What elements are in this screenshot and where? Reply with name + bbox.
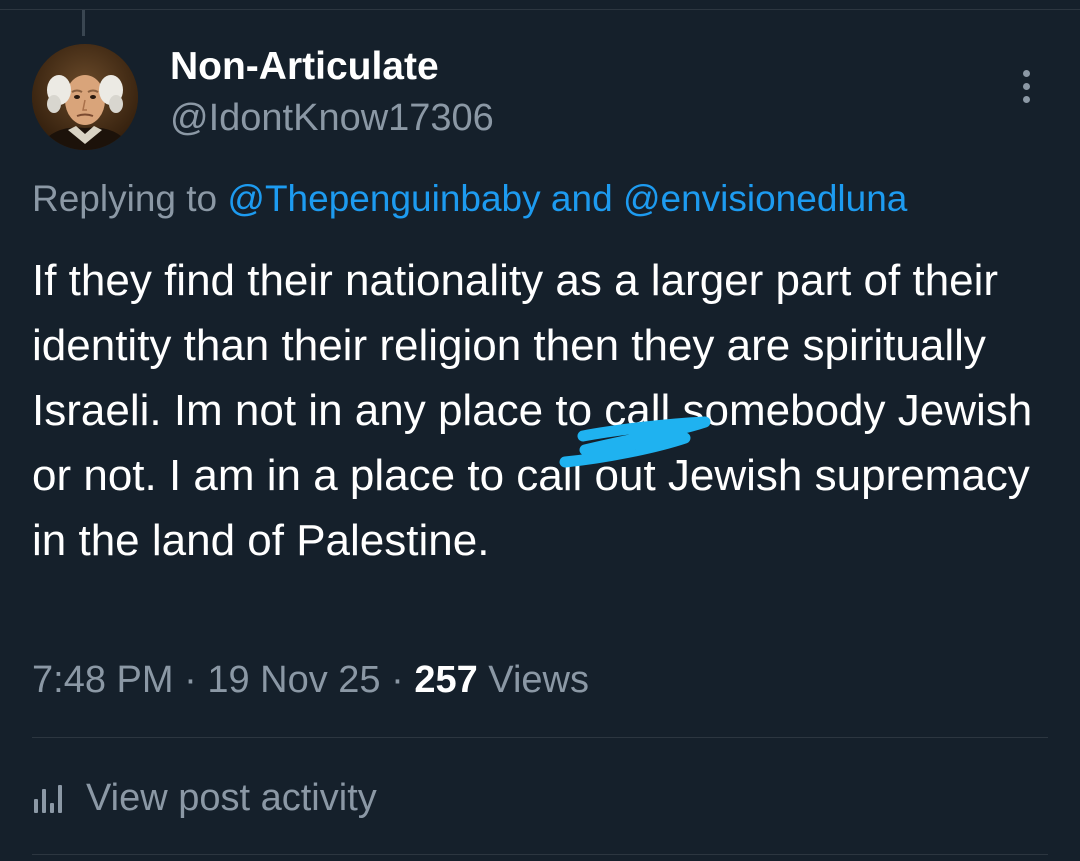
author-avatar[interactable] (32, 44, 138, 150)
meta-separator: · (184, 659, 197, 701)
reply-context: Replying to @Thepenguinbaby and @envisio… (32, 175, 907, 223)
view-post-activity-button[interactable]: View post activity (32, 772, 377, 824)
post-time: 7:48 PM (32, 659, 174, 701)
bar-chart-icon (32, 783, 68, 813)
meta-separator: · (391, 659, 404, 701)
more-dot (1023, 96, 1030, 103)
views-count: 257 (414, 659, 478, 701)
post-date: 19 Nov 25 (207, 659, 381, 701)
author-display-name[interactable]: Non-Articulate (170, 44, 439, 90)
views-label: Views (488, 659, 589, 701)
bottom-divider (32, 854, 1048, 855)
view-post-activity-label: View post activity (86, 776, 377, 819)
mention-link-1[interactable]: @Thepenguinbaby (227, 178, 540, 219)
more-dot (1023, 83, 1030, 90)
post-detail-view: Non-Articulate @IdontKnow17306 Replying … (0, 0, 1080, 861)
section-divider (32, 737, 1048, 738)
author-handle[interactable]: @IdontKnow17306 (170, 96, 494, 140)
more-options-icon[interactable] (1008, 64, 1044, 108)
mention-link-2[interactable]: @envisionedluna (623, 178, 907, 219)
post-body-text: If they find their nationality as a larg… (32, 256, 1033, 565)
top-divider (0, 9, 1080, 10)
post-metadata: 7:48 PM · 19 Nov 25 · 257 Views (32, 656, 589, 704)
reply-conjunction[interactable]: and (551, 178, 613, 219)
more-dot (1023, 70, 1030, 77)
avatar-portrait-image (32, 44, 138, 150)
replying-prefix: Replying to (32, 178, 218, 219)
thread-connector-line (82, 10, 85, 36)
